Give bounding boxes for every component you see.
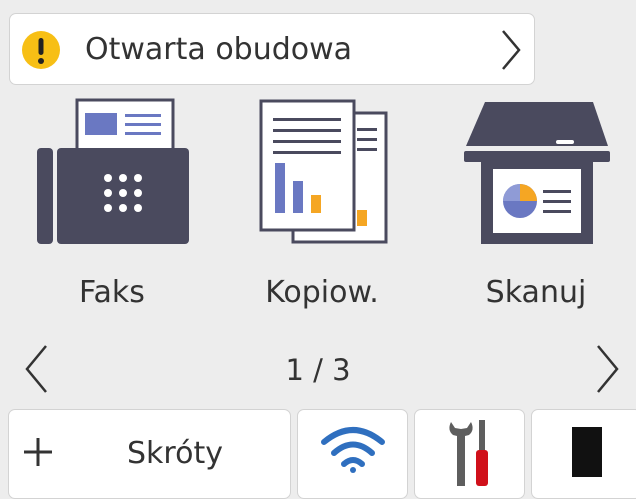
wifi-icon: [321, 427, 385, 473]
wifi-button[interactable]: [297, 409, 408, 499]
copy-icon: [259, 99, 388, 244]
app-tile-fax[interactable]: Faks: [17, 93, 207, 325]
app-label-scan: Skanuj: [485, 275, 587, 310]
shortcuts-button[interactable]: Skróty: [8, 409, 291, 499]
app-tile-copy[interactable]: Kopiow.: [227, 93, 417, 325]
plus-icon: [24, 438, 52, 466]
app-label-fax: Faks: [79, 275, 145, 310]
app-label-copy: Kopiow.: [265, 275, 379, 310]
shortcuts-label: Skróty: [127, 436, 223, 471]
ink-cartridge-icon: [572, 427, 602, 477]
ink-button[interactable]: [531, 409, 636, 499]
page-indicator: 1 / 3: [285, 353, 351, 387]
settings-button[interactable]: [414, 409, 525, 499]
page-next-icon[interactable]: [594, 343, 622, 395]
status-alert-message: Otwarta obudowa: [85, 32, 353, 67]
tools-icon: [449, 420, 488, 486]
status-alert-bar[interactable]: Otwarta obudowa: [9, 13, 535, 85]
scan-icon: [464, 102, 610, 244]
fax-icon: [37, 98, 189, 244]
chevron-right-icon: [502, 30, 521, 70]
warning-icon: [22, 31, 60, 69]
app-tile-scan[interactable]: Skanuj: [441, 93, 631, 325]
